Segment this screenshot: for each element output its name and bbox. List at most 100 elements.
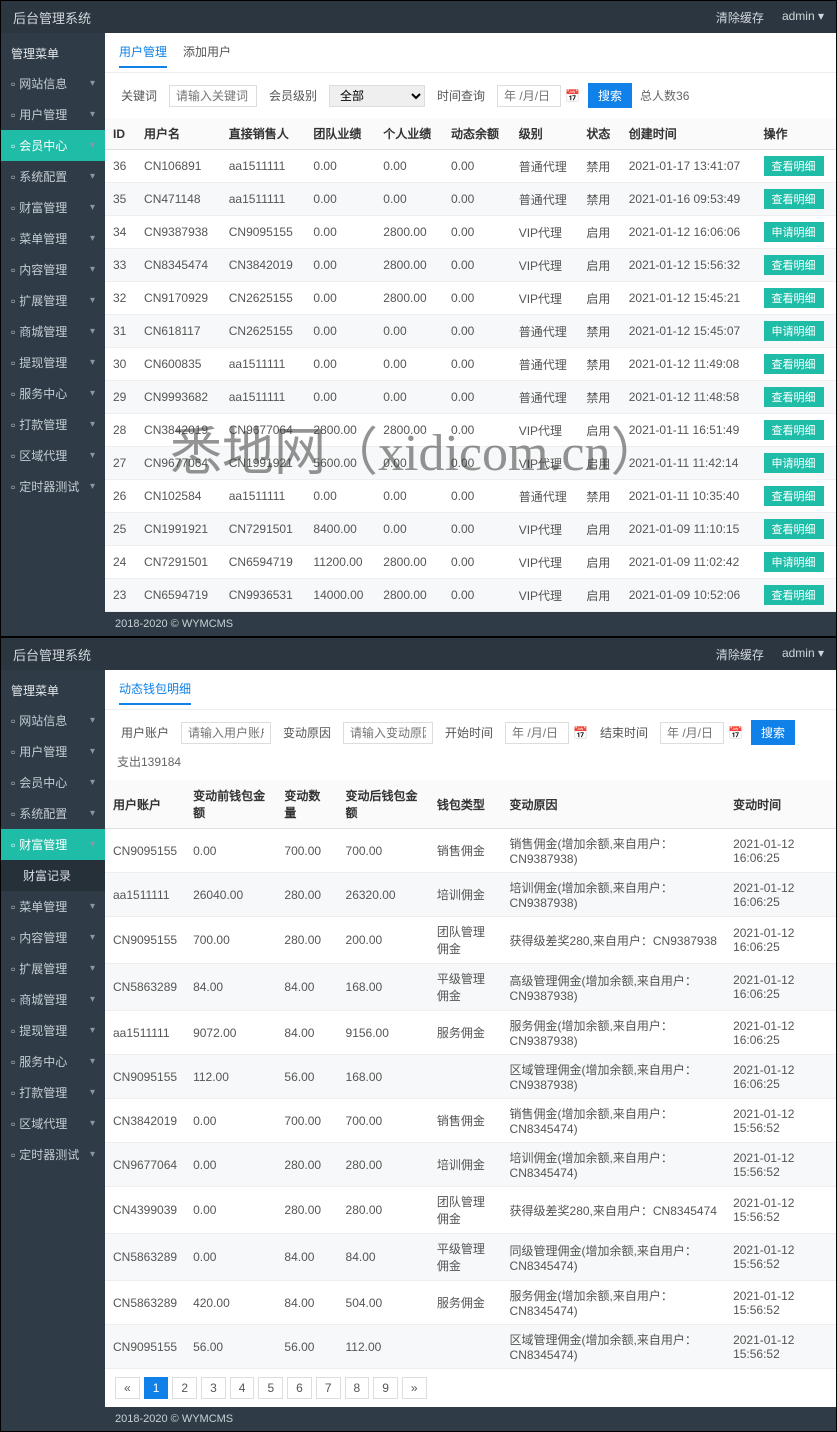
page-2[interactable]: 2 (172, 1377, 197, 1399)
chevron-down-icon: ▾ (90, 963, 95, 974)
detail-button[interactable]: 查看明细 (764, 585, 824, 605)
clear-cache-link[interactable]: 清除缓存 (716, 646, 764, 663)
reason-input[interactable] (343, 722, 433, 744)
chevron-down-icon: ▾ (90, 715, 95, 726)
topbar: 后台管理系统 清除缓存 admin ▾ (1, 638, 836, 670)
sidebar-item-9[interactable]: ▫提现管理▾ (1, 347, 105, 378)
page-6[interactable]: 6 (287, 1377, 312, 1399)
table-row: 35CN471148aa15111110.000.000.00普通代理禁用202… (105, 183, 836, 216)
start-label: 开始时间 (441, 724, 497, 741)
table-row: CN9095155700.00280.00200.00团队管理佣金获得级差奖28… (105, 917, 836, 964)
sidebar-item-11[interactable]: ▫打款管理▾ (1, 409, 105, 440)
date-input[interactable] (497, 85, 561, 107)
table-row: 27CN9677064CN19919215600.000.000.00VIP代理… (105, 447, 836, 480)
user-menu[interactable]: admin ▾ (782, 9, 824, 26)
column-header: 个人业绩 (375, 118, 443, 150)
page-4[interactable]: 4 (230, 1377, 255, 1399)
calendar-icon[interactable]: 📅 (728, 726, 743, 740)
detail-button[interactable]: 查看明细 (764, 519, 824, 539)
user-menu[interactable]: admin ▾ (782, 646, 824, 663)
sidebar-item-12[interactable]: ▫区域代理▾ (1, 1108, 105, 1139)
level-select[interactable]: 全部 (329, 85, 425, 107)
detail-button[interactable]: 查看明细 (764, 255, 824, 275)
sidebar-item-4[interactable]: ▫财富管理▾ (1, 192, 105, 223)
money-icon: ▫ (11, 1024, 15, 1038)
account-label: 用户账户 (117, 724, 173, 741)
page-9[interactable]: 9 (373, 1377, 398, 1399)
detail-button[interactable]: 申请明细 (764, 222, 824, 242)
sidebar-item-7[interactable]: ▫扩展管理▾ (1, 285, 105, 316)
detail-button[interactable]: 查看明细 (764, 354, 824, 374)
sidebar-item-12[interactable]: ▫区域代理▾ (1, 440, 105, 471)
sidebar-item-5[interactable]: ▫菜单管理▾ (1, 891, 105, 922)
sidebar-item-0[interactable]: ▫网站信息▾ (1, 705, 105, 736)
sidebar-item-9[interactable]: ▫提现管理▾ (1, 1015, 105, 1046)
column-header: 团队业绩 (305, 118, 375, 150)
sidebar-item-3[interactable]: ▫系统配置▾ (1, 798, 105, 829)
sidebar-item-2[interactable]: ▫会员中心▾ (1, 130, 105, 161)
sidebar-item-1[interactable]: ▫用户管理▾ (1, 99, 105, 130)
time-label: 时间查询 (433, 87, 489, 104)
detail-button[interactable]: 查看明细 (764, 420, 824, 440)
service-icon: ▫ (11, 387, 15, 401)
page-3[interactable]: 3 (201, 1377, 226, 1399)
page-8[interactable]: 8 (345, 1377, 370, 1399)
column-header: 变动前钱包金额 (185, 780, 276, 829)
sidebar-item-13[interactable]: ▫定时器测试▾ (1, 1139, 105, 1170)
sidebar-item-6[interactable]: ▫内容管理▾ (1, 922, 105, 953)
search-button[interactable]: 搜索 (588, 83, 632, 108)
table-row: 25CN1991921CN72915018400.000.000.00VIP代理… (105, 513, 836, 546)
keyword-input[interactable] (169, 85, 257, 107)
detail-button[interactable]: 查看明细 (764, 387, 824, 407)
chart-icon: ▫ (11, 838, 15, 852)
calendar-icon[interactable]: 📅 (565, 89, 580, 103)
detail-button[interactable]: 申请明细 (764, 321, 824, 341)
sidebar-item-4[interactable]: ▫财富管理▾ (1, 829, 105, 860)
tab-0[interactable]: 动态钱包明细 (119, 680, 191, 705)
page-7[interactable]: 7 (316, 1377, 341, 1399)
tab-0[interactable]: 用户管理 (119, 43, 167, 68)
detail-button[interactable]: 查看明细 (764, 288, 824, 308)
detail-button[interactable]: 查看明细 (764, 156, 824, 176)
sidebar-item-8[interactable]: ▫商城管理▾ (1, 316, 105, 347)
app-title: 后台管理系统 (13, 645, 716, 664)
table-row: 24CN7291501CN659471911200.002800.000.00V… (105, 546, 836, 579)
clock-icon: ▫ (11, 1148, 15, 1162)
sidebar-subitem[interactable]: 财富记录 (1, 860, 105, 891)
table-row: CN9095155112.0056.00168.00区域管理佣金(增加余额,来自… (105, 1055, 836, 1099)
sidebar-item-0[interactable]: ▫网站信息▾ (1, 68, 105, 99)
sidebar-item-6[interactable]: ▫内容管理▾ (1, 254, 105, 285)
table-row: aa15111119072.0084.009156.00服务佣金服务佣金(增加余… (105, 1011, 836, 1055)
list-icon: ▫ (11, 232, 15, 246)
calendar-icon[interactable]: 📅 (573, 726, 588, 740)
page-5[interactable]: 5 (258, 1377, 283, 1399)
sidebar-item-5[interactable]: ▫菜单管理▾ (1, 223, 105, 254)
clear-cache-link[interactable]: 清除缓存 (716, 9, 764, 26)
detail-button[interactable]: 查看明细 (764, 486, 824, 506)
page-1[interactable]: 1 (144, 1377, 169, 1399)
end-date-input[interactable] (660, 722, 724, 744)
reason-label: 变动原因 (279, 724, 335, 741)
column-header: 变动数量 (276, 780, 337, 829)
sidebar-item-11[interactable]: ▫打款管理▾ (1, 1077, 105, 1108)
sidebar-item-10[interactable]: ▫服务中心▾ (1, 378, 105, 409)
sidebar-item-10[interactable]: ▫服务中心▾ (1, 1046, 105, 1077)
search-button[interactable]: 搜索 (751, 720, 795, 745)
page-«[interactable]: « (115, 1377, 140, 1399)
account-input[interactable] (181, 722, 271, 744)
sidebar-item-13[interactable]: ▫定时器测试▾ (1, 471, 105, 502)
sidebar-item-1[interactable]: ▫用户管理▾ (1, 736, 105, 767)
sidebar-item-8[interactable]: ▫商城管理▾ (1, 984, 105, 1015)
sidebar-item-7[interactable]: ▫扩展管理▾ (1, 953, 105, 984)
page-»[interactable]: » (402, 1377, 427, 1399)
detail-button[interactable]: 查看明细 (764, 189, 824, 209)
users-table: ID用户名直接销售人团队业绩个人业绩动态余额级别状态创建时间操作 36CN106… (105, 118, 836, 612)
sidebar-item-2[interactable]: ▫会员中心▾ (1, 767, 105, 798)
tab-1[interactable]: 添加用户 (183, 43, 231, 68)
start-date-input[interactable] (505, 722, 569, 744)
chevron-down-icon: ▾ (90, 326, 95, 337)
detail-button[interactable]: 申请明细 (764, 552, 824, 572)
sidebar-item-3[interactable]: ▫系统配置▾ (1, 161, 105, 192)
detail-button[interactable]: 申请明细 (764, 453, 824, 473)
plug-icon: ▫ (11, 962, 15, 976)
